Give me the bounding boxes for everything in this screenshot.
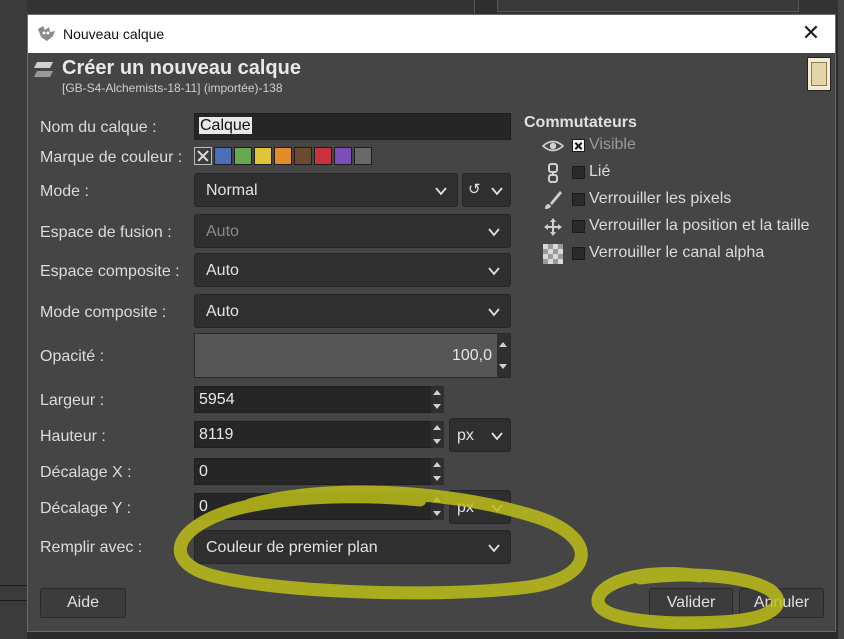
brush-icon bbox=[545, 191, 562, 209]
checkerboard-icon bbox=[543, 244, 563, 264]
reset-icon: ↺ bbox=[468, 181, 481, 198]
layer-name-input[interactable]: Calque bbox=[194, 113, 511, 140]
blend-space-dropdown[interactable]: Auto bbox=[194, 214, 511, 248]
width-input[interactable]: 5954 bbox=[194, 386, 444, 413]
offset-x-label: Décalage X : bbox=[40, 464, 132, 481]
height-spin-buttons[interactable] bbox=[431, 421, 444, 448]
switch-label: Lié bbox=[589, 163, 611, 180]
opacity-label: Opacité : bbox=[40, 348, 105, 365]
ok-button[interactable]: Valider bbox=[649, 588, 733, 618]
switches-heading: Commutateurs bbox=[524, 114, 637, 131]
help-button[interactable]: Aide bbox=[40, 588, 126, 618]
color-tag-label: Marque de couleur : bbox=[40, 149, 183, 166]
color-tag-none[interactable] bbox=[194, 147, 212, 165]
window-title: Nouveau calque bbox=[63, 26, 165, 42]
composite-mode-value: Auto bbox=[206, 303, 239, 320]
composite-space-value: Auto bbox=[206, 262, 239, 279]
fill-label: Remplir avec : bbox=[40, 539, 143, 556]
dialog-header: Créer un nouveau calque [GB-S4-Alchemist… bbox=[28, 53, 835, 99]
background-left-panel bbox=[0, 0, 27, 639]
offset-unit-value: px bbox=[457, 499, 474, 516]
background-top-panel bbox=[27, 0, 838, 14]
opacity-slider[interactable]: 100,0 bbox=[194, 333, 511, 378]
color-tag-swatch[interactable] bbox=[274, 147, 292, 165]
composite-mode-label: Mode composite : bbox=[40, 304, 167, 321]
image-name: [GB-S4-Alchemists-18-11] (importée)-138 bbox=[62, 81, 283, 95]
chevron-down-icon bbox=[435, 187, 447, 196]
mode-label: Mode : bbox=[40, 183, 89, 200]
offset-x-value: 0 bbox=[199, 463, 208, 480]
gimp-wilber-icon bbox=[38, 26, 55, 41]
offset-y-input[interactable]: 0 bbox=[194, 493, 444, 520]
panel-divider bbox=[0, 585, 27, 586]
color-tag-swatch[interactable] bbox=[334, 147, 352, 165]
close-icon[interactable]: ✕ bbox=[799, 21, 823, 45]
opacity-value: 100,0 bbox=[451, 347, 492, 364]
switch-label: Verrouiller la position et la taille bbox=[589, 217, 810, 234]
fill-value: Couleur de premier plan bbox=[206, 539, 378, 556]
color-tag-swatch[interactable] bbox=[234, 147, 252, 165]
color-tag-swatch[interactable] bbox=[254, 147, 272, 165]
switch-label: Verrouiller les pixels bbox=[589, 190, 732, 207]
layer-stack-icon bbox=[34, 62, 53, 77]
chevron-down-icon bbox=[491, 187, 503, 196]
mode-dropdown[interactable]: Normal bbox=[194, 173, 458, 207]
cancel-button[interactable]: Annuler bbox=[739, 588, 824, 618]
width-label: Largeur : bbox=[40, 392, 105, 409]
layer-name-label: Nom du calque : bbox=[40, 119, 157, 136]
chevron-down-icon bbox=[491, 432, 503, 441]
width-spin-buttons[interactable] bbox=[431, 386, 444, 413]
height-label: Hauteur : bbox=[40, 428, 106, 445]
switch-label: Visible bbox=[589, 136, 636, 153]
background-dropdown[interactable] bbox=[497, 0, 799, 12]
size-unit-dropdown[interactable]: px bbox=[449, 418, 511, 452]
color-tag-swatch[interactable] bbox=[354, 147, 372, 165]
background-right-edge bbox=[838, 0, 844, 639]
chevron-down-icon bbox=[488, 308, 500, 317]
height-input[interactable]: 8119 bbox=[194, 421, 444, 448]
panel-divider bbox=[0, 600, 27, 601]
fill-dropdown[interactable]: Couleur de premier plan bbox=[194, 530, 511, 564]
chevron-down-icon bbox=[488, 544, 500, 553]
offset-y-spin-buttons[interactable] bbox=[431, 493, 444, 520]
lock-alpha-checkbox[interactable] bbox=[572, 247, 585, 260]
blend-space-label: Espace de fusion : bbox=[40, 224, 172, 241]
offset-x-spin-buttons[interactable] bbox=[431, 458, 444, 485]
width-value: 5954 bbox=[199, 391, 235, 408]
eye-icon bbox=[542, 140, 564, 152]
color-tag-swatch[interactable] bbox=[314, 147, 332, 165]
background-scrollbar[interactable] bbox=[474, 0, 497, 14]
mode-reset-dropdown[interactable]: ↺ bbox=[462, 173, 511, 207]
window-titlebar: Nouveau calque ✕ bbox=[28, 15, 835, 53]
blend-space-value: Auto bbox=[206, 223, 239, 240]
linked-checkbox[interactable] bbox=[572, 166, 585, 179]
mode-value: Normal bbox=[206, 182, 258, 199]
composite-space-dropdown[interactable]: Auto bbox=[194, 253, 511, 287]
layer-name-value: Calque bbox=[199, 117, 252, 134]
image-thumbnail bbox=[807, 57, 831, 91]
color-tag-swatch[interactable] bbox=[294, 147, 312, 165]
dialog-heading: Créer un nouveau calque bbox=[62, 57, 301, 79]
offset-y-label: Décalage Y : bbox=[40, 500, 132, 517]
chevron-down-icon bbox=[488, 267, 500, 276]
chevron-down-icon bbox=[491, 504, 503, 513]
color-tag-picker bbox=[194, 147, 372, 169]
new-layer-dialog: Nouveau calque ✕ Créer un nouveau calque… bbox=[27, 14, 836, 632]
switch-label: Verrouiller le canal alpha bbox=[589, 244, 765, 261]
height-value: 8119 bbox=[199, 426, 234, 443]
lock-position-checkbox[interactable] bbox=[572, 220, 585, 233]
chain-icon bbox=[548, 163, 558, 183]
lock-pixels-checkbox[interactable] bbox=[572, 193, 585, 206]
offset-unit-dropdown[interactable]: px bbox=[449, 490, 511, 524]
composite-mode-dropdown[interactable]: Auto bbox=[194, 294, 511, 328]
chevron-down-icon bbox=[488, 228, 500, 237]
move-icon bbox=[544, 218, 562, 236]
opacity-spin-buttons[interactable] bbox=[497, 334, 510, 377]
size-unit-value: px bbox=[457, 427, 474, 444]
composite-space-label: Espace composite : bbox=[40, 263, 180, 280]
offset-x-input[interactable]: 0 bbox=[194, 458, 444, 485]
offset-y-value: 0 bbox=[199, 498, 208, 515]
visible-checkbox[interactable] bbox=[572, 139, 585, 152]
color-tag-swatch[interactable] bbox=[214, 147, 232, 165]
